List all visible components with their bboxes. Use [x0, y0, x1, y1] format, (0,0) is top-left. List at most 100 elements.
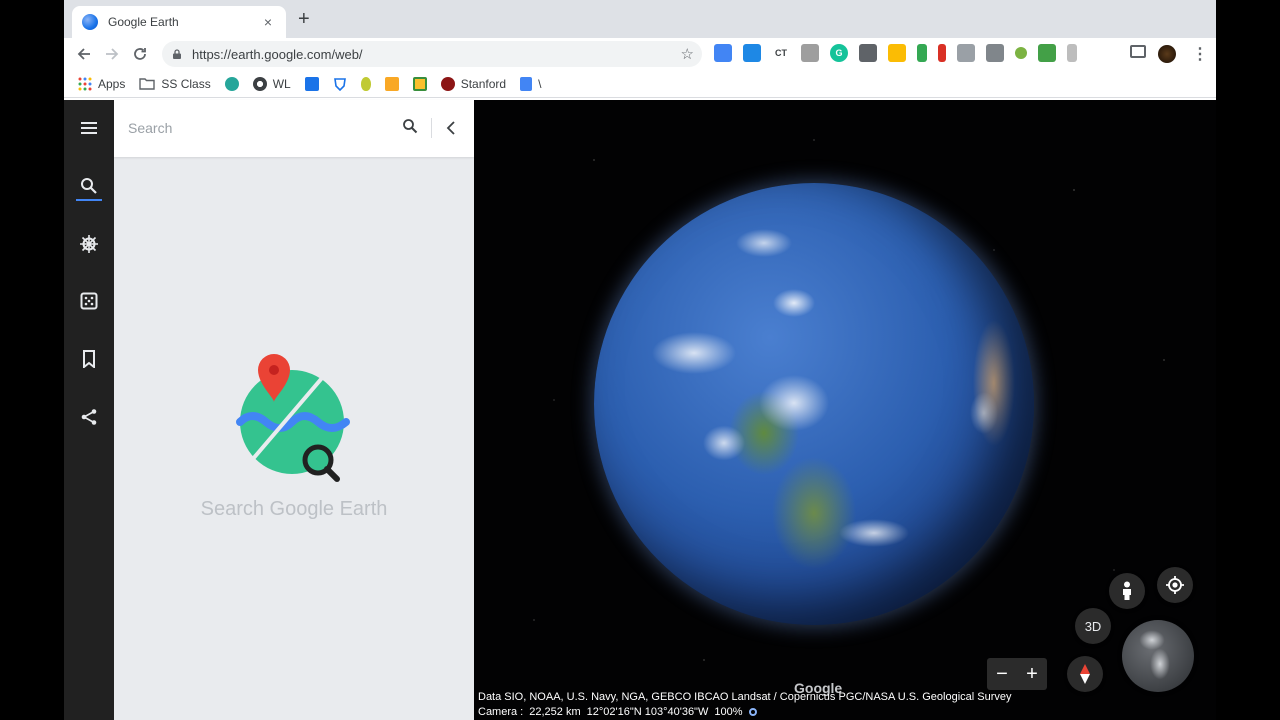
reload-icon	[134, 48, 146, 60]
apps-grid-icon	[78, 77, 92, 90]
extension-icon[interactable]	[1038, 44, 1056, 62]
microphone-icon[interactable]	[1067, 44, 1077, 62]
back-button[interactable]	[70, 40, 98, 68]
new-tab-button[interactable]: +	[298, 9, 310, 29]
bookmark-label: Stanford	[460, 76, 507, 91]
bookmark-s[interactable]	[224, 76, 239, 91]
dice-icon	[80, 292, 98, 310]
url-text: https://earth.google.com/web/	[192, 46, 363, 62]
search-bar	[114, 100, 474, 157]
extension-icon[interactable]	[986, 44, 1004, 62]
bookmark-label: SS Class	[161, 76, 211, 91]
profile-avatar[interactable]	[1158, 45, 1176, 63]
browser-window: Google Earth × + https://earth.google.co…	[64, 0, 1216, 720]
tab-title: Google Earth	[108, 15, 179, 29]
stanford-icon	[440, 76, 455, 91]
google-earth-favicon-icon	[82, 14, 98, 30]
bookmark-docs[interactable]: \	[520, 76, 542, 91]
nav-rail	[64, 100, 114, 720]
bookmark-puzzle[interactable]	[384, 76, 399, 91]
extension-icon[interactable]	[801, 44, 819, 62]
earth-globe[interactable]	[594, 183, 1034, 625]
extension-icon[interactable]	[888, 44, 906, 62]
locate-icon	[1166, 576, 1184, 594]
street-view-button[interactable]	[1109, 573, 1145, 609]
camera-label: Camera :	[478, 706, 524, 718]
globe-icon	[252, 76, 267, 91]
extension-icon[interactable]	[859, 44, 877, 62]
bookmark-label: WL	[272, 76, 291, 91]
search-input[interactable]	[128, 117, 388, 139]
my-location-button[interactable]	[1157, 567, 1193, 603]
pear-icon	[360, 76, 371, 91]
bookmark-classroom[interactable]	[412, 76, 427, 91]
grammarly-icon[interactable]: G	[830, 44, 848, 62]
search-nav-button[interactable]	[77, 174, 101, 198]
my-places-button[interactable]	[77, 347, 101, 371]
hamburger-icon	[81, 122, 97, 134]
search-earth-illustration-icon	[236, 354, 350, 482]
globe-viewport[interactable]: 3D − + Google Data SIO, NOAA, U.S. Navy,…	[474, 100, 1216, 720]
bookmark-stanford[interactable]: Stanford	[440, 76, 507, 91]
bookmarks-bar: Apps SS Class WL Stanford \	[64, 70, 1216, 98]
docs-icon	[520, 76, 533, 91]
lock-icon	[173, 49, 181, 59]
share-button[interactable]	[77, 405, 101, 429]
compass-button[interactable]	[1067, 656, 1103, 692]
collapse-panel-button[interactable]	[441, 118, 461, 138]
cast-icon[interactable]	[1130, 45, 1146, 58]
browser-menu-icon[interactable]: ⋮	[1192, 44, 1208, 64]
camera-distance: 22,252 km	[529, 706, 581, 718]
tab-strip: Google Earth × +	[64, 0, 1216, 38]
toggle-3d-button[interactable]: 3D	[1075, 608, 1111, 644]
extension-icon[interactable]	[917, 44, 927, 62]
feeling-lucky-button[interactable]	[77, 289, 101, 313]
bookmark-icon	[83, 350, 95, 368]
extension-icon[interactable]	[1015, 47, 1027, 59]
arrow-right-icon	[106, 48, 119, 60]
share-icon	[81, 409, 97, 425]
puzzle-icon	[384, 76, 399, 91]
browser-tab[interactable]: Google Earth ×	[72, 6, 286, 38]
extension-icon[interactable]: CT	[772, 44, 790, 62]
ships-wheel-icon	[80, 235, 98, 253]
zoom-in-button[interactable]: +	[1017, 658, 1047, 690]
camera-coordinates: 12°02'16"N 103°40'36"W	[586, 706, 709, 718]
bookmark-ss-class[interactable]: SS Class	[139, 76, 211, 91]
arrow-left-icon	[77, 48, 90, 60]
bookmark-pear[interactable]	[360, 76, 371, 91]
search-panel: Search Google Earth	[114, 100, 474, 720]
reload-button[interactable]	[126, 40, 154, 68]
extension-icon[interactable]	[938, 44, 946, 62]
forward-button[interactable]	[98, 40, 126, 68]
extension-icon[interactable]	[743, 44, 761, 62]
bookmark-apps[interactable]: Apps	[78, 77, 125, 91]
camera-status: Camera : 22,252 km 12°02'16"N 103°40'36"…	[478, 706, 757, 718]
mini-map-globe[interactable]	[1122, 620, 1194, 692]
compass-icon	[1080, 664, 1090, 684]
bookmark-star-icon[interactable]: ☆	[681, 45, 694, 63]
voyager-button[interactable]	[77, 232, 101, 256]
search-icon	[403, 119, 418, 134]
tab-close-icon[interactable]: ×	[260, 14, 276, 30]
search-icon	[81, 178, 97, 194]
shield-icon	[333, 77, 346, 91]
bookmark-shield[interactable]	[333, 77, 347, 91]
bookmark-wl[interactable]: WL	[252, 76, 291, 91]
extension-icon[interactable]	[714, 44, 732, 62]
main-menu-button[interactable]	[77, 116, 101, 140]
folder-icon	[139, 78, 156, 90]
search-submit-button[interactable]	[402, 118, 422, 138]
extension-icon[interactable]	[957, 44, 975, 62]
browser-toolbar: https://earth.google.com/web/ ☆ CT G	[64, 38, 1216, 70]
load-percent: 100%	[714, 706, 743, 718]
zoom-control: − +	[987, 658, 1047, 690]
s-logo-icon	[224, 76, 239, 91]
chevron-left-icon	[446, 121, 455, 135]
loading-indicator-icon	[748, 708, 757, 716]
zoom-out-button[interactable]: −	[987, 658, 1017, 690]
address-bar[interactable]: https://earth.google.com/web/ ☆	[162, 41, 702, 67]
bookmark-building[interactable]	[304, 76, 319, 91]
bookmark-label: \	[538, 76, 542, 91]
extensions-area: CT G	[714, 44, 1077, 62]
